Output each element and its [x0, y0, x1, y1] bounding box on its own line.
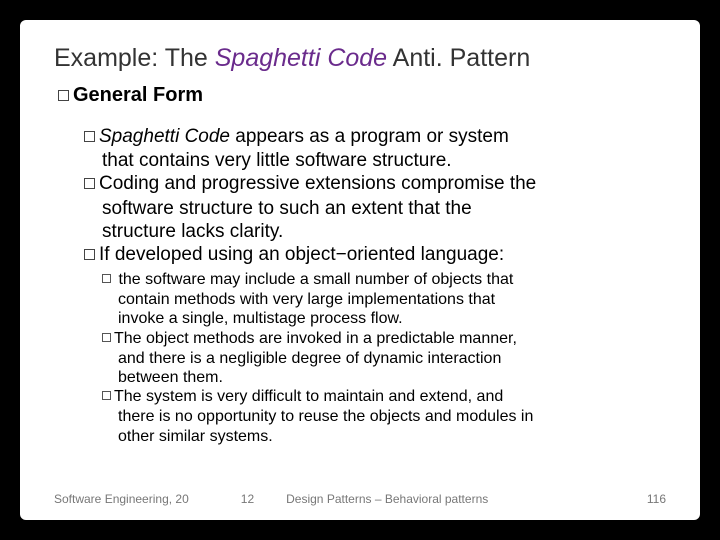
slide: Example: The Spaghetti Code Anti. Patter…	[20, 20, 700, 520]
bullet-oo-language: If developed using an object−oriented la…	[84, 243, 666, 266]
title-pre: Example: The	[54, 44, 215, 72]
bullet-spaghetti-definition: Spaghetti Code appears as a program or s…	[84, 125, 666, 148]
b3-l1: If developed using an object−oriented la…	[99, 244, 504, 265]
bullet-cont: software structure to such an extent tha…	[102, 197, 666, 220]
s3-l1: The system is very difficult to maintain…	[114, 388, 503, 405]
square-bullet-icon	[84, 249, 95, 260]
sub-cont: between them.	[118, 368, 666, 387]
page-number: 116	[647, 492, 666, 506]
title-post: Anti. Pattern	[387, 44, 530, 72]
level3-list: the software may include a small number …	[102, 270, 666, 446]
sub-cont: invoke a single, multistage process flow…	[118, 309, 666, 328]
sub-cont: there is no opportunity to reuse the obj…	[118, 407, 666, 426]
sub-cont: contain methods with very large implemen…	[118, 290, 666, 309]
h1-text: General Form	[73, 84, 203, 106]
square-bullet-icon	[102, 391, 111, 400]
square-bullet-icon	[58, 90, 69, 101]
title-emph: Spaghetti Code	[215, 44, 387, 72]
level2-list: Spaghetti Code appears as a program or s…	[84, 125, 666, 266]
square-bullet-icon	[102, 333, 111, 342]
sub-bullet-small-objects: the software may include a small number …	[102, 270, 666, 289]
sub-cont: and there is a negligible degree of dyna…	[118, 349, 666, 368]
square-bullet-icon	[102, 274, 111, 283]
b2-l1: Coding and progressive extensions compro…	[99, 173, 536, 194]
footer-course: Software Engineering, 20	[54, 492, 189, 506]
square-bullet-icon	[84, 131, 95, 142]
sub-bullet-hard-maintain: The system is very difficult to maintain…	[102, 387, 666, 406]
slide-footer: Software Engineering, 20 12 Design Patte…	[54, 492, 666, 506]
sub-cont: other similar systems.	[118, 427, 666, 446]
bullet-coding-extensions: Coding and progressive extensions compro…	[84, 172, 666, 195]
footer-year: 12	[241, 492, 254, 506]
bullet-cont: structure lacks clarity.	[102, 220, 666, 243]
b1-em: Spaghetti Code	[99, 126, 230, 147]
sub-bullet-predictable-invoke: The object methods are invoked in a pred…	[102, 329, 666, 348]
square-bullet-icon	[84, 178, 95, 189]
footer-topic: Design Patterns – Behavioral patterns	[286, 492, 488, 506]
heading-general-form: General Form	[58, 83, 666, 107]
slide-title: Example: The Spaghetti Code Anti. Patter…	[54, 44, 666, 73]
s1-l1: the software may include a small number …	[114, 271, 513, 288]
bullet-cont: that contains very little software struc…	[102, 149, 666, 172]
b1-rest: appears as a program or system	[230, 126, 509, 147]
s2-l1: The object methods are invoked in a pred…	[114, 330, 517, 347]
